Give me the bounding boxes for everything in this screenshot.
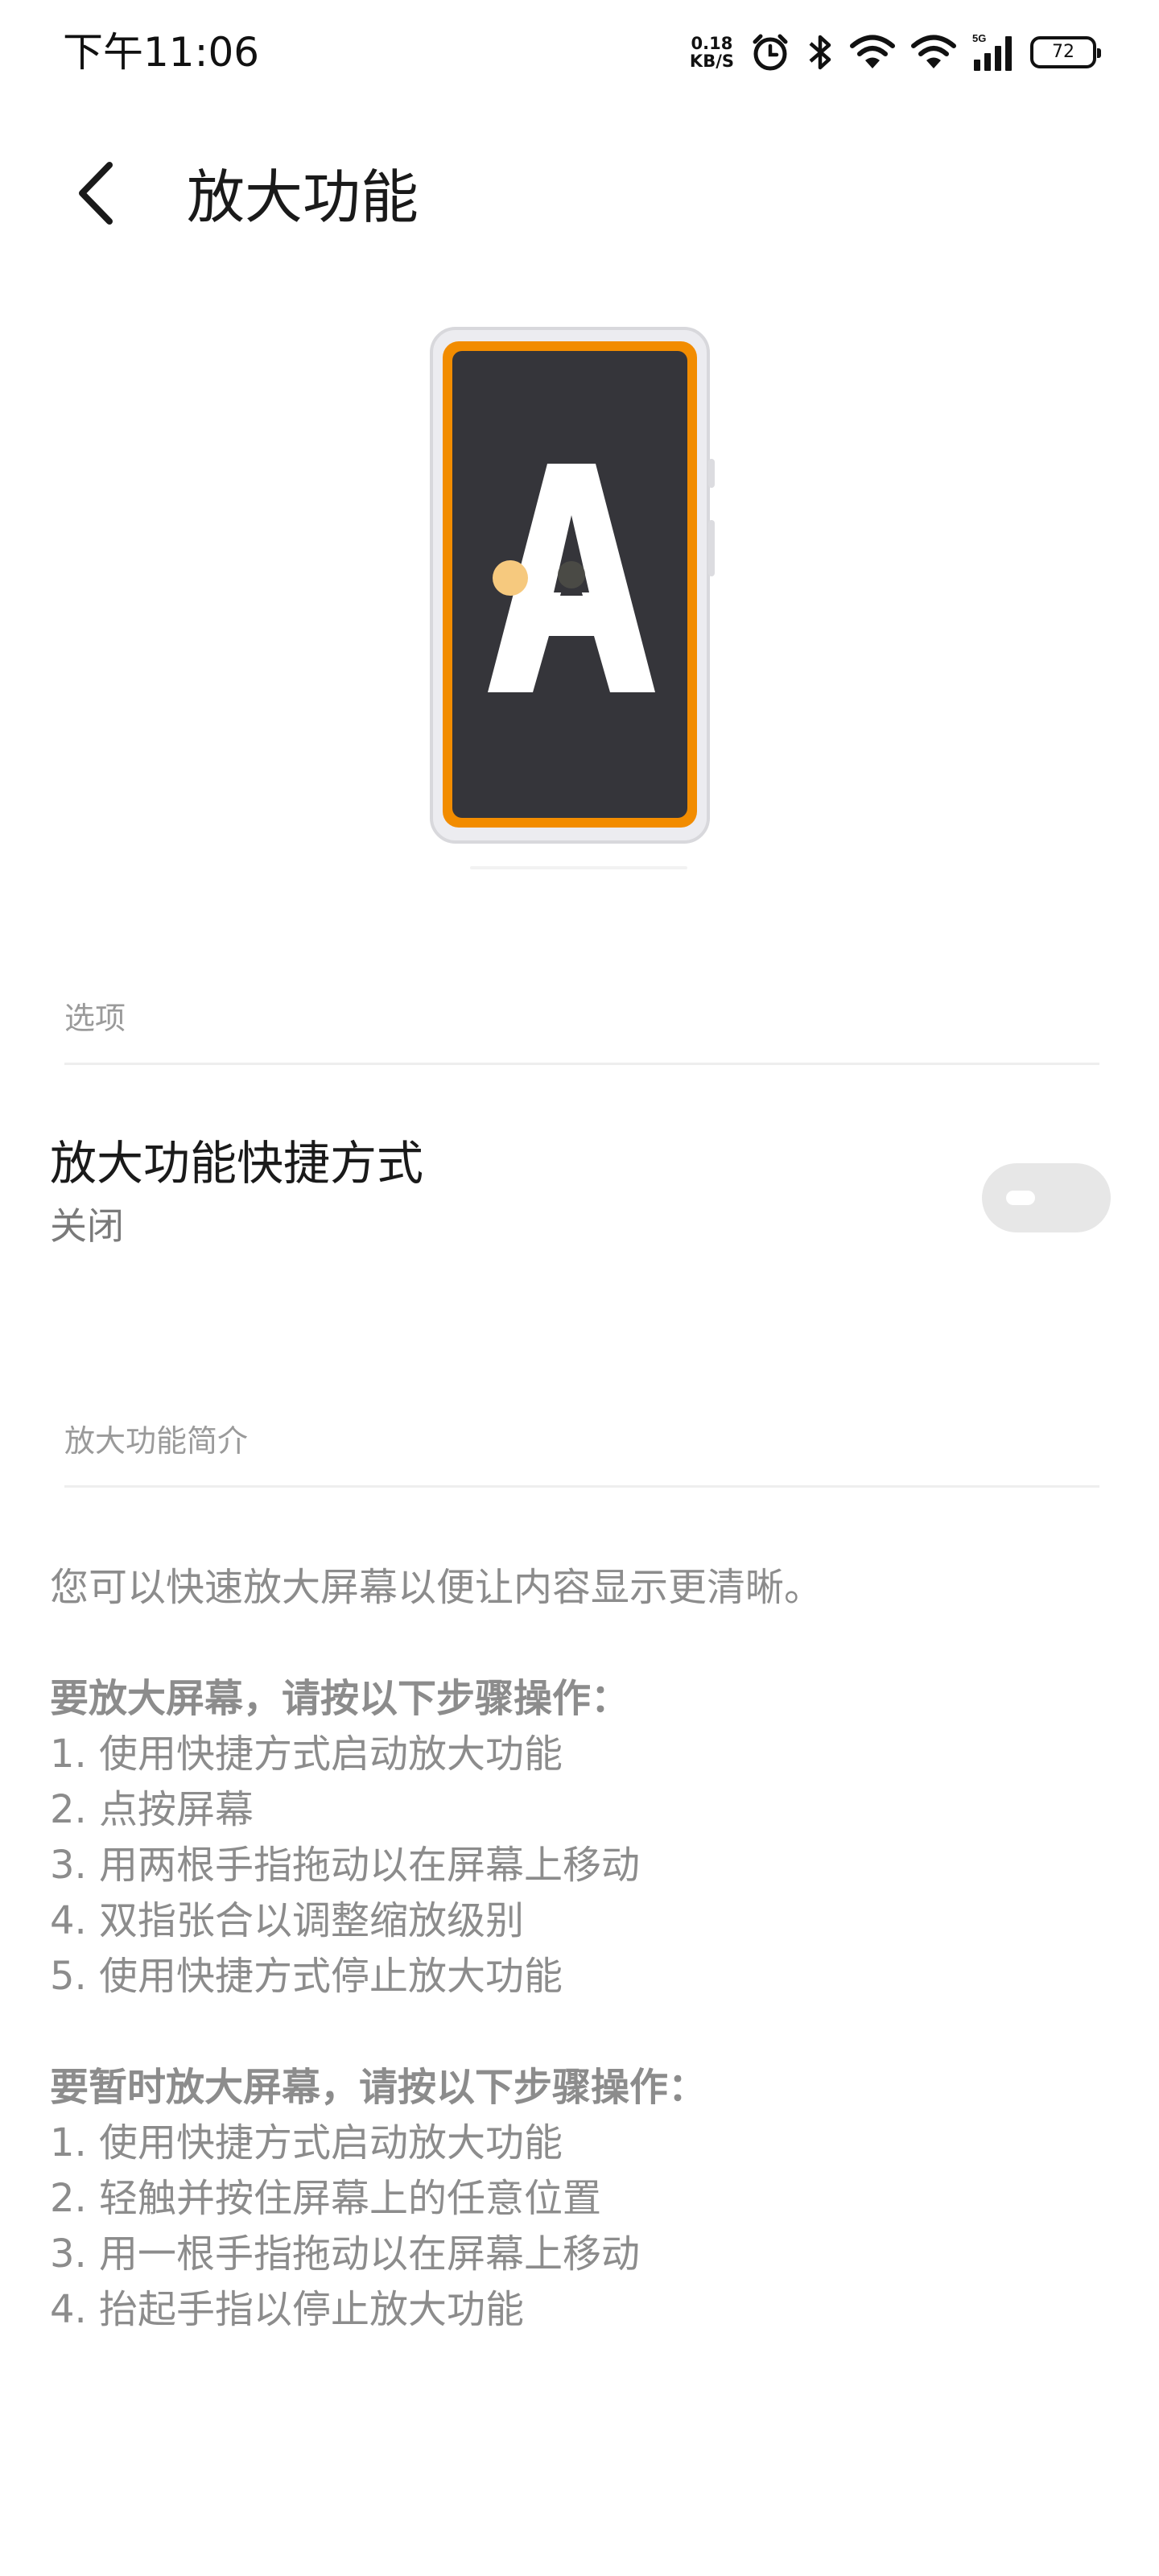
instruction-step: 3. 用两根手指拖动以在屏幕上移动 bbox=[50, 1843, 641, 1888]
setting-title: 放大功能快捷方式 bbox=[50, 1136, 424, 1191]
instructions-heading: 要暂时放大屏幕，请按以下步骤操作： bbox=[50, 2065, 707, 2110]
instruction-step: 5. 使用快捷方式停止放大功能 bbox=[50, 1954, 563, 1999]
instruction-step: 2. 点按屏幕 bbox=[50, 1787, 254, 1832]
setting-status: 关闭 bbox=[50, 1204, 124, 1248]
shortcut-toggle[interactable] bbox=[982, 1163, 1111, 1232]
instruction-step: 1. 使用快捷方式启动放大功能 bbox=[50, 1732, 563, 1777]
section-header-intro: 放大功能简介 bbox=[64, 1423, 249, 1459]
toggle-knob bbox=[1006, 1191, 1035, 1205]
illustration-shadow bbox=[470, 866, 687, 869]
instruction-step: 3. 用一根手指拖动以在屏幕上移动 bbox=[50, 2231, 641, 2277]
wifi-icon bbox=[911, 35, 956, 68]
touch-point-icon bbox=[558, 561, 585, 588]
phone-side-button bbox=[708, 520, 715, 576]
network-speed-value: 0.18 bbox=[691, 34, 733, 53]
magnification-illustration bbox=[430, 327, 715, 869]
bluetooth-icon bbox=[809, 35, 831, 70]
instruction-step: 2. 轻触并按住屏幕上的任意位置 bbox=[50, 2176, 602, 2221]
instruction-step: 4. 双指张合以调整缩放级别 bbox=[50, 1898, 525, 1943]
instructions-heading: 要放大屏幕，请按以下步骤操作： bbox=[50, 1676, 630, 1721]
back-button[interactable] bbox=[56, 153, 137, 233]
title-bar: 放大功能 bbox=[0, 129, 1159, 258]
alarm-icon bbox=[753, 34, 788, 71]
network-type-label: 5G bbox=[972, 32, 986, 44]
network-speed-unit: KB/S bbox=[689, 52, 734, 71]
phone-side-button bbox=[708, 459, 715, 488]
page-title: 放大功能 bbox=[187, 163, 419, 231]
section-header-options: 选项 bbox=[64, 1001, 126, 1036]
divider bbox=[64, 1063, 1099, 1065]
wifi-icon bbox=[850, 35, 895, 68]
status-bar: 下午11:06 0.18 KB/S 5G 72 bbox=[0, 0, 1159, 105]
status-time: 下午11:06 bbox=[63, 29, 260, 76]
battery-icon: 72 bbox=[1030, 36, 1101, 68]
battery-level: 72 bbox=[1052, 42, 1074, 62]
touch-point-icon bbox=[493, 560, 528, 596]
cellular-signal-icon: 5G bbox=[972, 32, 1012, 71]
network-speed: 0.18 KB/S bbox=[690, 35, 734, 70]
divider bbox=[64, 1485, 1099, 1488]
status-icons: 0.18 KB/S 5G 72 bbox=[690, 29, 1101, 76]
magnification-shortcut-row[interactable]: 放大功能快捷方式 关闭 bbox=[0, 1131, 1159, 1284]
chevron-left-icon bbox=[79, 162, 113, 225]
intro-description: 您可以快速放大屏幕以便让内容显示更清晰。 bbox=[50, 1565, 823, 1610]
instruction-step: 1. 使用快捷方式启动放大功能 bbox=[50, 2120, 563, 2165]
instruction-step: 4. 抬起手指以停止放大功能 bbox=[50, 2287, 525, 2332]
magnification-settings-page: 下午11:06 0.18 KB/S 5G 72 放大功能 选项 放大功能快捷方式… bbox=[0, 0, 1159, 2576]
